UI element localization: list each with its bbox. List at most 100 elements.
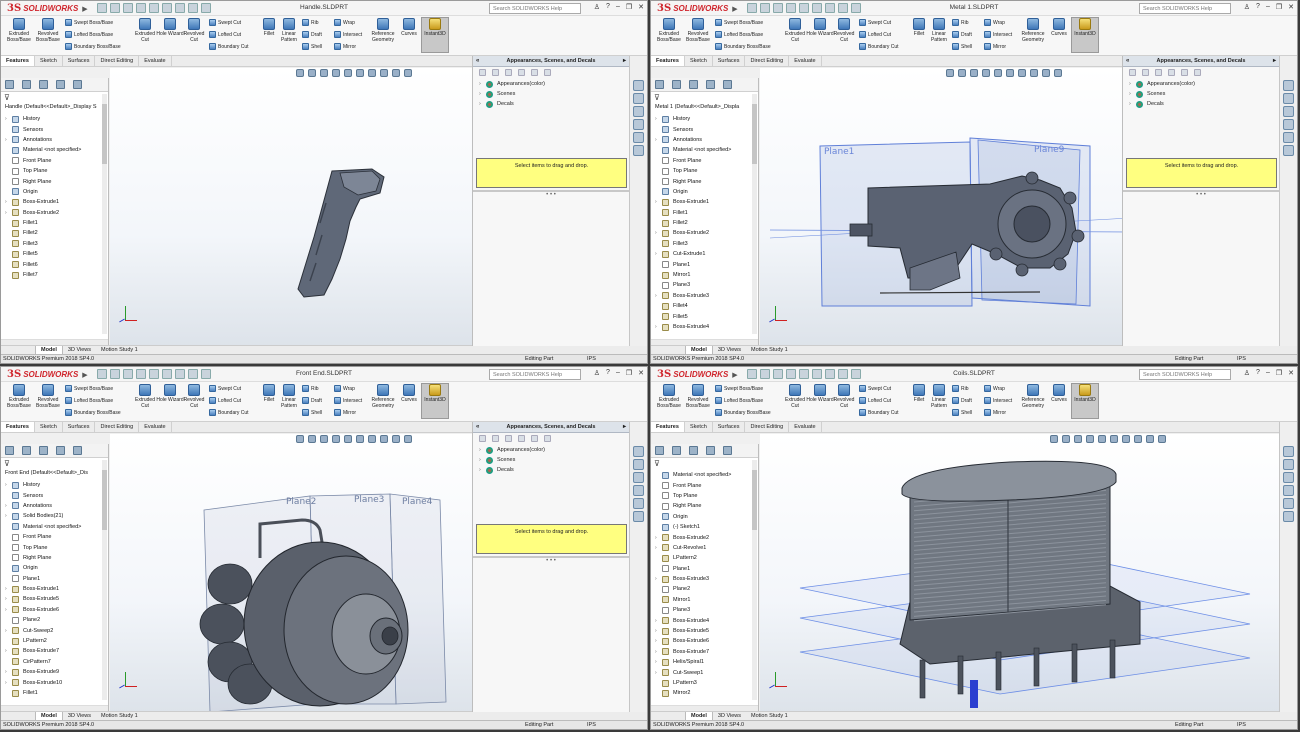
user-icon[interactable]: ♙ (594, 3, 600, 11)
model-coils[interactable] (760, 434, 1279, 712)
unit-system[interactable]: IPS (587, 721, 596, 729)
list-item-scenes[interactable]: › Scenes (473, 89, 629, 99)
list-item-decals[interactable]: › Decals (473, 99, 629, 109)
select-icon[interactable] (175, 369, 185, 379)
tab-3d-views[interactable]: 3D Views (63, 346, 96, 354)
menu-arrow-icon[interactable]: ▶ (82, 5, 87, 13)
view-orientation-icon[interactable] (994, 69, 1002, 77)
design-library-icon[interactable] (633, 93, 644, 104)
curves-button[interactable]: Curves (1045, 384, 1073, 403)
swept-cut-button[interactable]: Swept Cut (209, 19, 241, 26)
pin-icon[interactable]: ▸ (1273, 56, 1276, 67)
tree-item[interactable]: Origin (5, 187, 108, 197)
screw-leg[interactable] (1033, 647, 1040, 687)
tree-item[interactable]: › Cut-Extrude1 (655, 249, 758, 259)
options-icon[interactable] (851, 369, 861, 379)
list-item-decals[interactable]: › Decals (1123, 99, 1279, 109)
pin-view-icon[interactable] (1194, 69, 1201, 76)
tree-item[interactable]: › Boss-Extrude5 (5, 594, 108, 604)
revolved-cut-button[interactable]: Revolved Cut (830, 384, 858, 409)
graphics-area[interactable]: Plane2 Plane3 Plane4 (110, 434, 490, 712)
undo-icon[interactable] (162, 3, 172, 13)
linear-pattern-button[interactable]: Linear Pattern (275, 18, 303, 43)
swept-cut-button[interactable]: Swept Cut (859, 19, 891, 26)
tab-sketch[interactable]: Sketch (685, 422, 713, 432)
rib-button[interactable]: Rib (952, 385, 969, 392)
expand-icon[interactable]: › (5, 584, 12, 594)
property-manager-icon[interactable] (22, 446, 31, 455)
drag-drop-area[interactable]: Select items to drag and drop. (1126, 158, 1277, 188)
solidworks-resources-icon[interactable] (1283, 80, 1294, 91)
lofted-boss-button[interactable]: Lofted Boss/Base (65, 31, 113, 38)
tab-surfaces[interactable]: Surfaces (63, 422, 96, 432)
expand-icon[interactable]: › (655, 114, 662, 124)
configuration-manager-icon[interactable] (689, 80, 698, 89)
undo-icon[interactable] (812, 3, 822, 13)
expand-icon[interactable]: › (655, 574, 662, 584)
expand-icon[interactable]: › (655, 626, 662, 636)
tree-item[interactable]: Plane1 (655, 564, 758, 574)
expand-icon[interactable]: › (655, 543, 662, 553)
tree-item[interactable]: Sensors (655, 124, 758, 134)
boundary-cut-button[interactable]: Boundary Cut (209, 43, 249, 50)
tree-item[interactable]: Origin (655, 187, 758, 197)
tab-sketch[interactable]: Sketch (685, 56, 713, 66)
tree-item[interactable]: Top Plane (5, 542, 108, 552)
tree-item[interactable]: Origin (5, 563, 108, 573)
view-palette-icon[interactable] (633, 119, 644, 130)
edit-appearance-icon[interactable] (380, 69, 388, 77)
collapse-icon[interactable]: « (1126, 56, 1129, 67)
tree-item[interactable]: Front Plane (655, 480, 758, 490)
restore-icon[interactable]: ❐ (626, 3, 632, 11)
minimize-icon[interactable]: – (1266, 369, 1270, 377)
custom-properties-icon[interactable] (1283, 145, 1294, 156)
shell-button[interactable]: Shell (952, 409, 972, 416)
expand-icon[interactable]: › (655, 291, 662, 301)
scroll-thumb[interactable] (102, 104, 107, 164)
instant3d-button[interactable]: Instant3D (1071, 17, 1099, 53)
plane-label[interactable]: Plane4 (402, 497, 433, 507)
help-icon[interactable]: ? (606, 3, 610, 11)
back-icon[interactable] (479, 69, 486, 76)
revolved-cut-button[interactable]: Revolved Cut (180, 18, 208, 43)
save-icon[interactable] (136, 3, 146, 13)
back-icon[interactable] (1129, 69, 1136, 76)
refresh-icon[interactable] (1181, 69, 1188, 76)
forward-icon[interactable] (492, 435, 499, 442)
solidworks-resources-icon[interactable] (633, 80, 644, 91)
solidworks-resources-icon[interactable] (1283, 446, 1294, 457)
filter-icon[interactable]: ⊽ (4, 93, 10, 102)
configuration-manager-icon[interactable] (39, 446, 48, 455)
tab-3d-views[interactable]: 3D Views (63, 712, 96, 720)
expand-icon[interactable]: › (5, 678, 12, 688)
tree-item[interactable]: › Boss-Extrude10 (5, 677, 108, 688)
tree-item[interactable]: › Boss-Extrude1 (5, 584, 108, 594)
mirror-button[interactable]: Mirror (984, 409, 1006, 416)
view-palette-icon[interactable] (1283, 119, 1294, 130)
graphics-area[interactable] (760, 434, 1279, 712)
list-item-decals[interactable]: › Decals (473, 465, 629, 475)
view-palette-icon[interactable] (1283, 485, 1294, 496)
view-palette-icon[interactable] (633, 485, 644, 496)
new-document-icon[interactable] (110, 3, 120, 13)
revolved-boss-button[interactable]: Revolved Boss/Base (34, 384, 62, 409)
extruded-boss-button[interactable]: Extruded Boss/Base (655, 384, 683, 409)
tree-item[interactable]: › Annotations (5, 135, 108, 145)
apply-scene-icon[interactable] (1042, 69, 1050, 77)
tree-item[interactable]: › Cut-Sweep1 (655, 667, 758, 677)
print-icon[interactable] (149, 369, 159, 379)
draft-button[interactable]: Draft (302, 31, 322, 38)
screw-leg[interactable] (1071, 643, 1078, 683)
reference-geometry-button[interactable]: Reference Geometry (1019, 18, 1047, 43)
unit-system[interactable]: IPS (1237, 355, 1246, 363)
tab-evaluate[interactable]: Evaluate (139, 56, 172, 66)
custom-properties-icon[interactable] (633, 511, 644, 522)
solidworks-logo[interactable]: 3S SOLIDWORKS ▶ (7, 368, 88, 381)
revolved-cut-button[interactable]: Revolved Cut (180, 384, 208, 409)
tree-item[interactable]: Material <not specified> (655, 470, 758, 480)
lofted-cut-button[interactable]: Lofted Cut (209, 397, 241, 404)
tree-item[interactable]: › Annotations (655, 135, 758, 145)
print-icon[interactable] (799, 3, 809, 13)
expand-icon[interactable]: › (5, 135, 12, 145)
tree-item[interactable]: (-) Sketch1 (655, 522, 758, 532)
